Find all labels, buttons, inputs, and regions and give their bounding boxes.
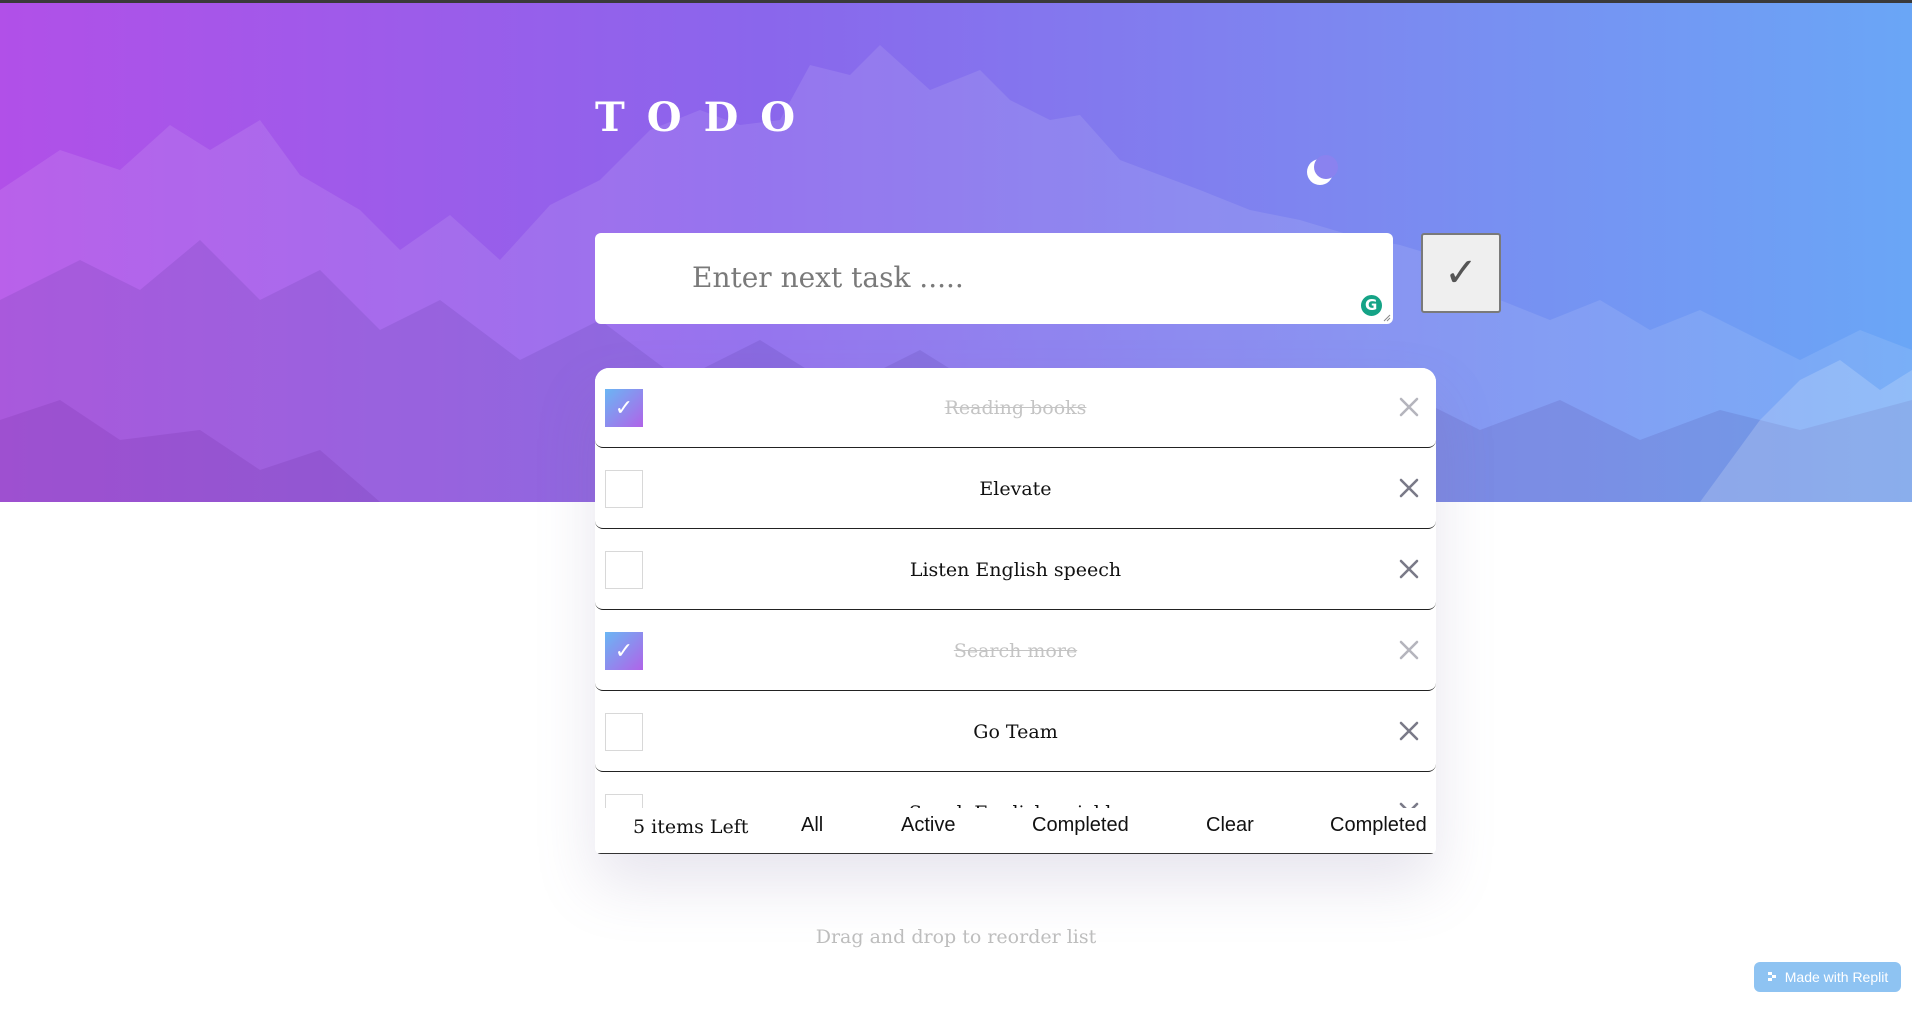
todo-list: ✓ Reading books Elevate Listen English sp… xyxy=(595,368,1436,808)
delete-icon[interactable] xyxy=(1394,797,1424,808)
delete-icon[interactable] xyxy=(1394,473,1424,503)
todo-card: ✓ Reading books Elevate Listen English sp… xyxy=(595,368,1436,854)
delete-icon[interactable] xyxy=(1394,716,1424,746)
clear-completed-button[interactable]: Completed xyxy=(1330,814,1427,837)
replit-icon xyxy=(1767,972,1776,981)
todo-label: Elevate xyxy=(979,478,1052,500)
app-title: TODO xyxy=(595,94,818,141)
todo-checkbox[interactable] xyxy=(605,713,643,751)
replit-badge-label: Made with Replit xyxy=(1784,969,1889,985)
todo-checkbox[interactable] xyxy=(605,470,643,508)
made-with-replit-badge[interactable]: Made with Replit xyxy=(1754,962,1901,992)
todo-item[interactable]: Speak English quickly xyxy=(595,773,1436,808)
todo-label: Reading books xyxy=(944,397,1087,419)
delete-icon[interactable] xyxy=(1394,635,1424,665)
todo-checkbox[interactable]: ✓ xyxy=(605,389,643,427)
todo-checkbox[interactable]: ✓ xyxy=(605,632,643,670)
resize-handle-icon[interactable] xyxy=(1383,314,1391,322)
todo-footer: 5 items Left All Active Completed Clear … xyxy=(595,808,1436,854)
todo-item[interactable]: ✓ Search more xyxy=(595,611,1436,691)
delete-icon[interactable] xyxy=(1394,554,1424,584)
top-border xyxy=(0,0,1912,3)
todo-item[interactable]: Elevate xyxy=(595,449,1436,529)
todo-label: Search more xyxy=(953,640,1078,662)
filter-all-button[interactable]: All xyxy=(801,814,823,837)
todo-label: Go Team xyxy=(973,721,1058,743)
todo-checkbox[interactable] xyxy=(605,551,643,589)
todo-label: Speak English quickly xyxy=(675,773,1356,808)
filter-completed-button[interactable]: Completed xyxy=(1032,814,1129,837)
todo-checkbox[interactable] xyxy=(605,794,643,808)
moon-icon[interactable] xyxy=(1300,152,1340,192)
new-task-box xyxy=(595,233,1393,324)
todo-label: Listen English speech xyxy=(909,559,1122,581)
filter-active-button[interactable]: Active xyxy=(901,814,955,837)
grammarly-icon[interactable]: G xyxy=(1359,293,1384,318)
items-left-count: 5 items Left xyxy=(633,816,749,838)
todo-item[interactable]: Go Team xyxy=(595,692,1436,772)
todo-item[interactable]: ✓ Reading books xyxy=(595,368,1436,448)
new-task-input[interactable] xyxy=(595,233,1393,324)
todo-item[interactable]: Listen English speech xyxy=(595,530,1436,610)
add-task-button[interactable]: ✓ xyxy=(1421,233,1501,313)
drag-hint: Drag and drop to reorder list xyxy=(815,926,1097,948)
clear-button[interactable]: Clear xyxy=(1206,814,1254,837)
delete-icon[interactable] xyxy=(1394,392,1424,422)
